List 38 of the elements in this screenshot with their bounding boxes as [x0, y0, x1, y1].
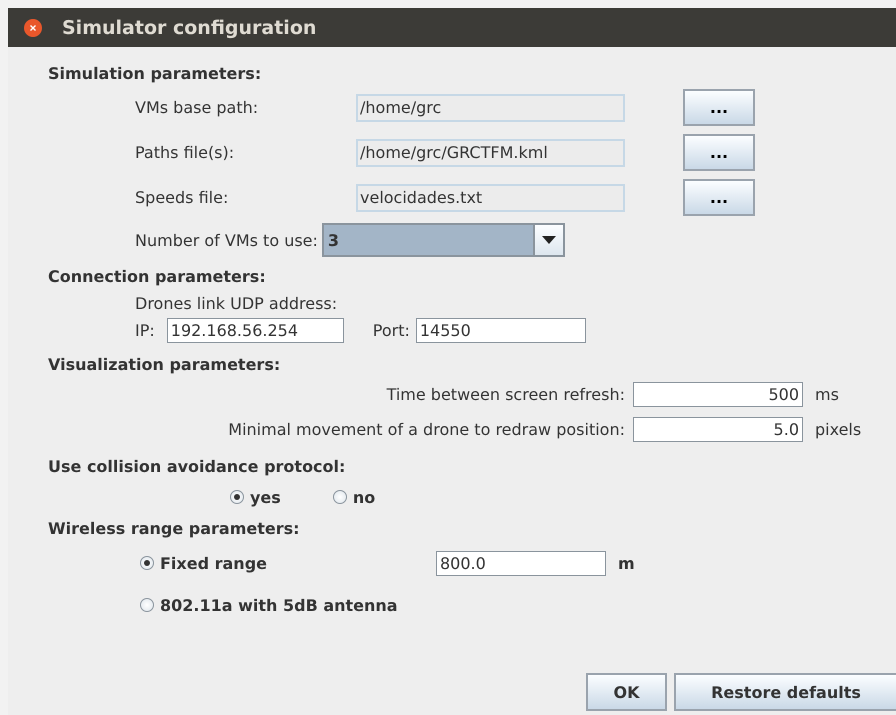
field-label: Drones link UDP address:: [134, 294, 338, 314]
section-heading: Simulation parameters:: [48, 63, 262, 85]
section-heading: Visualization parameters:: [48, 354, 282, 376]
number-field[interactable]: 500: [633, 382, 803, 407]
unit-label: m: [618, 554, 635, 572]
radio-option[interactable]: 802.11a with 5dB antenna: [140, 596, 436, 614]
close-icon[interactable]: [24, 18, 42, 36]
ip-field[interactable]: 192.168.56.254: [166, 318, 344, 342]
radio-option[interactable]: yes: [230, 488, 281, 506]
field-label: VMs base path:: [135, 98, 260, 117]
unit-label: ms: [815, 385, 839, 404]
path-field[interactable]: /home/grc/GRCTFM.kml: [356, 138, 625, 166]
vms-dropdown[interactable]: 3: [322, 223, 565, 257]
path-field[interactable]: /home/grc: [356, 94, 625, 122]
radio-option[interactable]: no: [332, 488, 376, 506]
browse-button[interactable]: ...: [683, 89, 755, 126]
field-label: Number of VMs to use:: [135, 230, 318, 250]
section-heading: Use collision avoidance protocol:: [48, 456, 346, 478]
field-label: Time between screen refresh:: [386, 385, 625, 404]
section-heading: Wireless range parameters:: [48, 518, 301, 540]
field-label: Minimal movement of a drone to redraw position:: [227, 420, 625, 439]
field-label: Paths file(s):: [135, 143, 236, 162]
window-title: Simulator configuration: [62, 16, 316, 38]
section-heading: Connection parameters:: [48, 266, 267, 288]
number-field[interactable]: 5.0: [633, 417, 803, 442]
field-label: IP:: [135, 320, 155, 340]
port-field[interactable]: 14550: [416, 318, 586, 342]
unit-label: pixels: [815, 420, 862, 439]
range-field[interactable]: 800.0: [436, 550, 606, 576]
field-label: Speeds file:: [135, 188, 230, 207]
radio-option[interactable]: Fixed range: [140, 554, 436, 572]
caret-icon: [542, 236, 556, 244]
browse-button[interactable]: ...: [683, 134, 755, 171]
browse-button[interactable]: ...: [683, 179, 755, 216]
ok-button[interactable]: OK: [586, 673, 667, 711]
restore-button[interactable]: Restore defaults: [674, 673, 896, 711]
field-label: Port:: [372, 320, 410, 340]
path-field[interactable]: velocidades.txt: [356, 184, 625, 212]
